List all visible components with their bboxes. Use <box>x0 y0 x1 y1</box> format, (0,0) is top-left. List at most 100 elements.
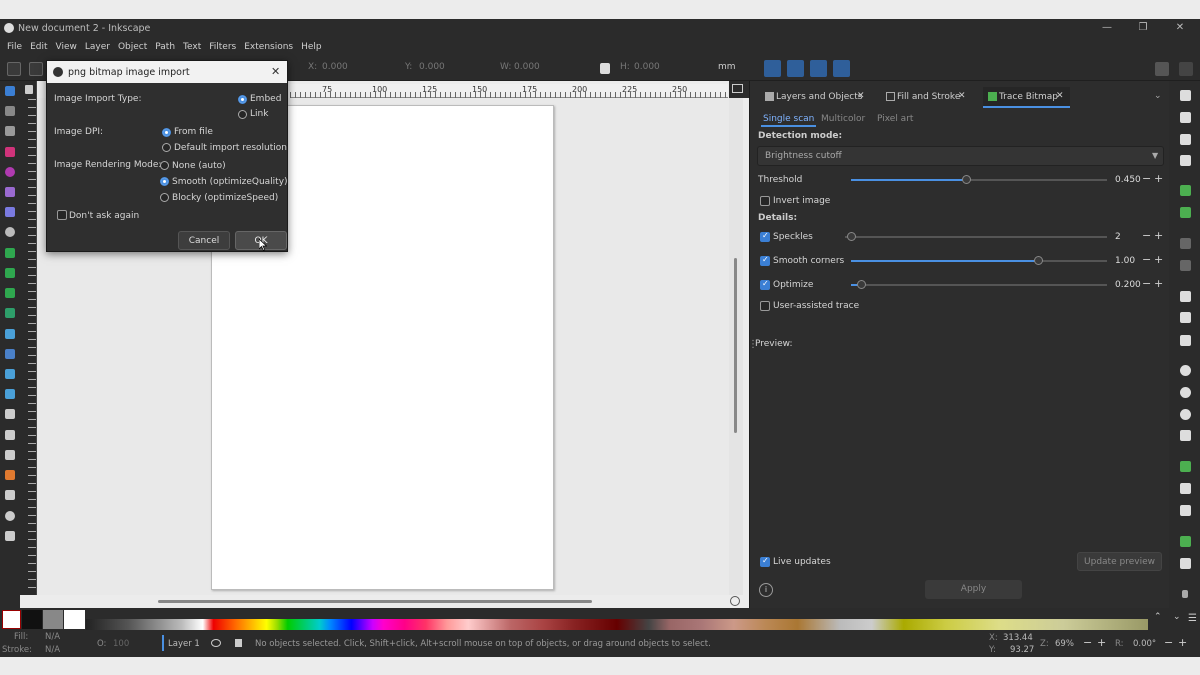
zoom-page-icon[interactable] <box>1180 409 1191 420</box>
import-icon[interactable] <box>1180 185 1191 196</box>
black-swatch[interactable] <box>22 610 42 629</box>
menu-file[interactable]: File <box>3 42 26 52</box>
pages-tool-icon[interactable] <box>5 531 15 541</box>
new-document-icon[interactable] <box>1180 90 1191 101</box>
optimize-label[interactable]: Optimize <box>773 280 813 290</box>
plus-icon[interactable]: + <box>1154 277 1163 290</box>
optimize-input[interactable]: 0.200 <box>1115 280 1141 290</box>
embed-radio[interactable] <box>238 95 247 104</box>
ungroup-icon[interactable] <box>1180 558 1191 569</box>
minus-icon[interactable]: − <box>1142 253 1151 266</box>
palette-scroll-down-icon[interactable]: ⌄ <box>1173 612 1181 622</box>
optimize-checkbox[interactable] <box>760 279 770 290</box>
menu-text[interactable]: Text <box>179 42 205 52</box>
y-input[interactable]: 0.000 <box>419 62 445 76</box>
palette-scroll-up-icon[interactable]: ⌃ <box>1154 612 1162 622</box>
plus-icon[interactable]: + <box>1154 229 1163 242</box>
link-label[interactable]: Link <box>250 109 268 119</box>
cut-icon[interactable] <box>1180 312 1191 323</box>
threshold-input[interactable]: 0.450 <box>1115 175 1141 185</box>
zoom-minus-icon[interactable]: − <box>1083 636 1092 649</box>
menu-view[interactable]: View <box>52 42 81 52</box>
speckles-slider-knob[interactable] <box>847 232 856 241</box>
none-auto-label[interactable]: None (auto) <box>172 161 226 171</box>
smooth-label[interactable]: Smooth (optimizeQuality) <box>172 177 288 187</box>
plus-icon[interactable]: + <box>1154 253 1163 266</box>
pencil-tool-icon[interactable] <box>5 268 15 278</box>
invert-image-label[interactable]: Invert image <box>773 196 830 206</box>
none-auto-radio[interactable] <box>160 161 169 170</box>
live-updates-checkbox[interactable] <box>760 556 770 567</box>
group-icon[interactable] <box>1180 536 1191 547</box>
x-input[interactable]: 0.000 <box>322 62 348 76</box>
paint-bucket-icon[interactable] <box>5 389 15 399</box>
update-preview-button[interactable]: Update preview <box>1077 552 1162 571</box>
threshold-slider-knob[interactable] <box>962 175 972 184</box>
info-icon[interactable]: i <box>759 583 773 597</box>
spiral-tool-icon[interactable] <box>5 227 15 237</box>
menu-object[interactable]: Object <box>114 42 151 52</box>
zoom-width-icon[interactable] <box>1180 430 1191 441</box>
dont-ask-label[interactable]: Don't ask again <box>69 211 139 221</box>
dont-ask-checkbox[interactable] <box>57 210 67 220</box>
tab-fill-stroke[interactable]: Fill and Stroke <box>897 92 960 110</box>
user-assisted-checkbox[interactable] <box>760 301 770 311</box>
rotation-input[interactable]: 0.00° <box>1133 639 1156 649</box>
smooth-corners-label[interactable]: Smooth corners <box>773 256 844 266</box>
display-mode-icon[interactable] <box>732 84 743 93</box>
smooth-radio[interactable] <box>160 177 169 186</box>
menu-extensions[interactable]: Extensions <box>240 42 297 52</box>
menu-layer[interactable]: Layer <box>81 42 114 52</box>
palette-menu-icon[interactable]: ☰ <box>1188 613 1197 624</box>
smooth-corners-input[interactable]: 1.00 <box>1115 256 1135 266</box>
layer-selector[interactable]: Layer 1 <box>168 639 200 649</box>
snap-icon[interactable] <box>1155 62 1169 76</box>
invert-image-checkbox[interactable] <box>760 196 770 206</box>
from-file-radio[interactable] <box>162 128 171 137</box>
rect-tool-icon[interactable] <box>5 147 15 157</box>
text-tool-icon[interactable] <box>5 308 15 318</box>
scale-stroke-icon[interactable] <box>764 60 781 77</box>
horizontal-scrollbar[interactable] <box>37 595 740 607</box>
user-assisted-label[interactable]: User-assisted trace <box>773 301 859 311</box>
export-icon[interactable] <box>1180 207 1191 218</box>
smooth-corners-slider[interactable] <box>851 255 1107 267</box>
cancel-button[interactable]: Cancel <box>178 231 230 250</box>
clone-icon[interactable] <box>1180 483 1191 494</box>
optimize-slider[interactable] <box>851 279 1107 291</box>
copy-icon[interactable] <box>1180 291 1191 302</box>
vertical-scrollbar[interactable] <box>729 98 743 595</box>
blocky-radio[interactable] <box>160 193 169 202</box>
rotation-plus-icon[interactable]: + <box>1178 636 1187 649</box>
speckles-input[interactable]: 2 <box>1115 232 1121 242</box>
blocky-label[interactable]: Blocky (optimizeSpeed) <box>172 193 278 203</box>
subtab-multicolor[interactable]: Multicolor <box>821 114 865 124</box>
measure-tool-icon[interactable] <box>5 490 15 500</box>
speckles-checkbox[interactable] <box>760 231 770 242</box>
subtab-pixel-art[interactable]: Pixel art <box>877 114 913 124</box>
move-gradients-icon[interactable] <box>810 60 827 77</box>
zoom-tool-icon[interactable] <box>5 511 15 521</box>
maximize-icon[interactable]: ❐ <box>1130 19 1156 37</box>
undo-icon[interactable] <box>1180 238 1191 249</box>
tabs-menu-icon[interactable]: ⌄ <box>1154 91 1162 101</box>
3dbox-tool-icon[interactable] <box>5 207 15 217</box>
color-manage-icon[interactable] <box>730 596 740 606</box>
unlink-clone-icon[interactable] <box>1180 505 1191 516</box>
detection-mode-select[interactable]: Brightness cutoff ▼ <box>757 146 1164 166</box>
h-input[interactable]: 0.000 <box>634 62 660 76</box>
snap-menu-icon[interactable] <box>1179 62 1193 76</box>
shape-builder-icon[interactable] <box>5 126 15 136</box>
menu-path[interactable]: Path <box>151 42 179 52</box>
close-tab-icon[interactable]: ✕ <box>958 91 966 101</box>
unit-select[interactable]: mm <box>718 62 736 76</box>
close-icon[interactable]: ✕ <box>1167 19 1193 37</box>
from-file-label[interactable]: From file <box>174 127 213 137</box>
print-icon[interactable] <box>1180 155 1191 166</box>
mesh-tool-icon[interactable] <box>5 349 15 359</box>
dialog-close-icon[interactable]: ✕ <box>271 65 280 78</box>
lock-icon[interactable] <box>600 63 610 74</box>
palette-swatches[interactable] <box>86 619 1148 630</box>
ellipse-tool-icon[interactable] <box>5 167 15 177</box>
close-tab-icon[interactable]: ✕ <box>1056 91 1064 101</box>
